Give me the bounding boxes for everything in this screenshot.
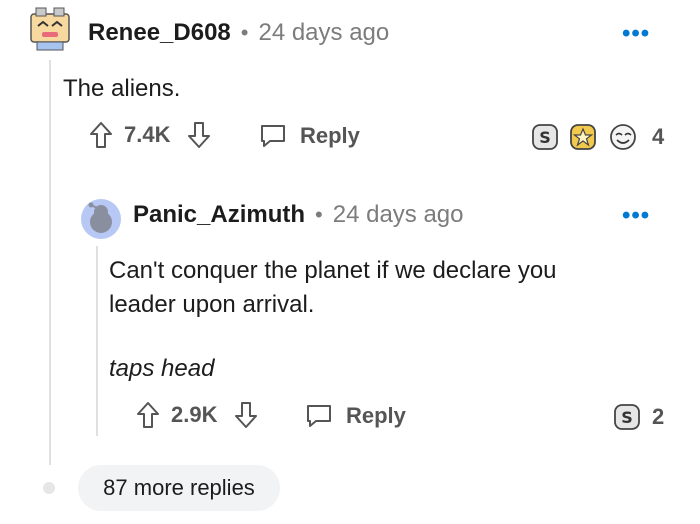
reply-body-line-1: Can't conquer the planet if we declare y… [109,257,557,284]
reply-upvote-count: 2.9K [171,402,218,427]
separator-dot: • [315,202,323,227]
more-replies-button[interactable]: 87 more replies [78,465,280,511]
chat-bubble-icon [261,125,285,147]
comment-header: Renee_D608 • 24 days ago [88,19,389,47]
reply-header: Panic_Azimuth • 24 days ago [133,201,464,229]
comment-username[interactable]: Renee_D608 [88,19,231,47]
awards[interactable]: S 4 [530,122,664,152]
reply-upvote-button[interactable] [135,400,161,430]
reply-award-count: 2 [652,404,665,429]
gold-award-icon [570,124,596,150]
reply-reply-label: Reply [346,403,406,428]
reply-body: Can't conquer the planet if we declare y… [109,254,557,322]
reply-downvote-button[interactable] [233,400,259,430]
silver-award-icon: S [614,404,640,430]
reply-username[interactable]: Panic_Azimuth [133,201,305,229]
downvote-icon[interactable] [233,400,259,430]
reply-awards[interactable]: S 2 [612,402,664,432]
award-count: 4 [652,124,665,149]
reply-timestamp[interactable]: 24 days ago [333,201,464,229]
reply-body-italic: taps head [109,355,215,382]
svg-text:S: S [539,128,551,147]
thread-line-reply[interactable] [96,246,98,436]
thread-line-main[interactable] [49,60,51,465]
avatar[interactable] [28,4,72,52]
comment-body: The aliens. [63,75,181,102]
reply-body-line-2: leader upon arrival. [109,291,315,318]
reply-more-options-button[interactable]: ••• [622,202,650,230]
reply-reply-button[interactable]: Reply [304,402,406,430]
chat-bubble-icon [307,405,331,427]
silver-award-icon: S [532,124,558,150]
reply-actions: 2.9K [135,400,259,430]
downvote-icon[interactable] [186,120,212,150]
reply-avatar[interactable] [80,198,122,240]
collapse-dot[interactable] [43,482,55,494]
more-replies-label: 87 more replies [103,475,255,500]
comment-timestamp[interactable]: 24 days ago [258,19,389,47]
upvote-icon[interactable] [135,400,161,430]
separator-dot: • [240,20,249,45]
upvote-count: 7.4K [124,122,171,147]
downvote-button[interactable] [186,120,212,150]
svg-text:S: S [621,408,633,427]
reply-button[interactable]: Reply [258,122,360,150]
upvote-button[interactable] [88,120,114,150]
comment-actions: 7.4K [88,120,212,150]
upvote-icon[interactable] [88,120,114,150]
wholesome-award-icon [610,124,636,150]
reply-label: Reply [300,123,360,148]
comment-more-options-button[interactable]: ••• [622,20,650,48]
